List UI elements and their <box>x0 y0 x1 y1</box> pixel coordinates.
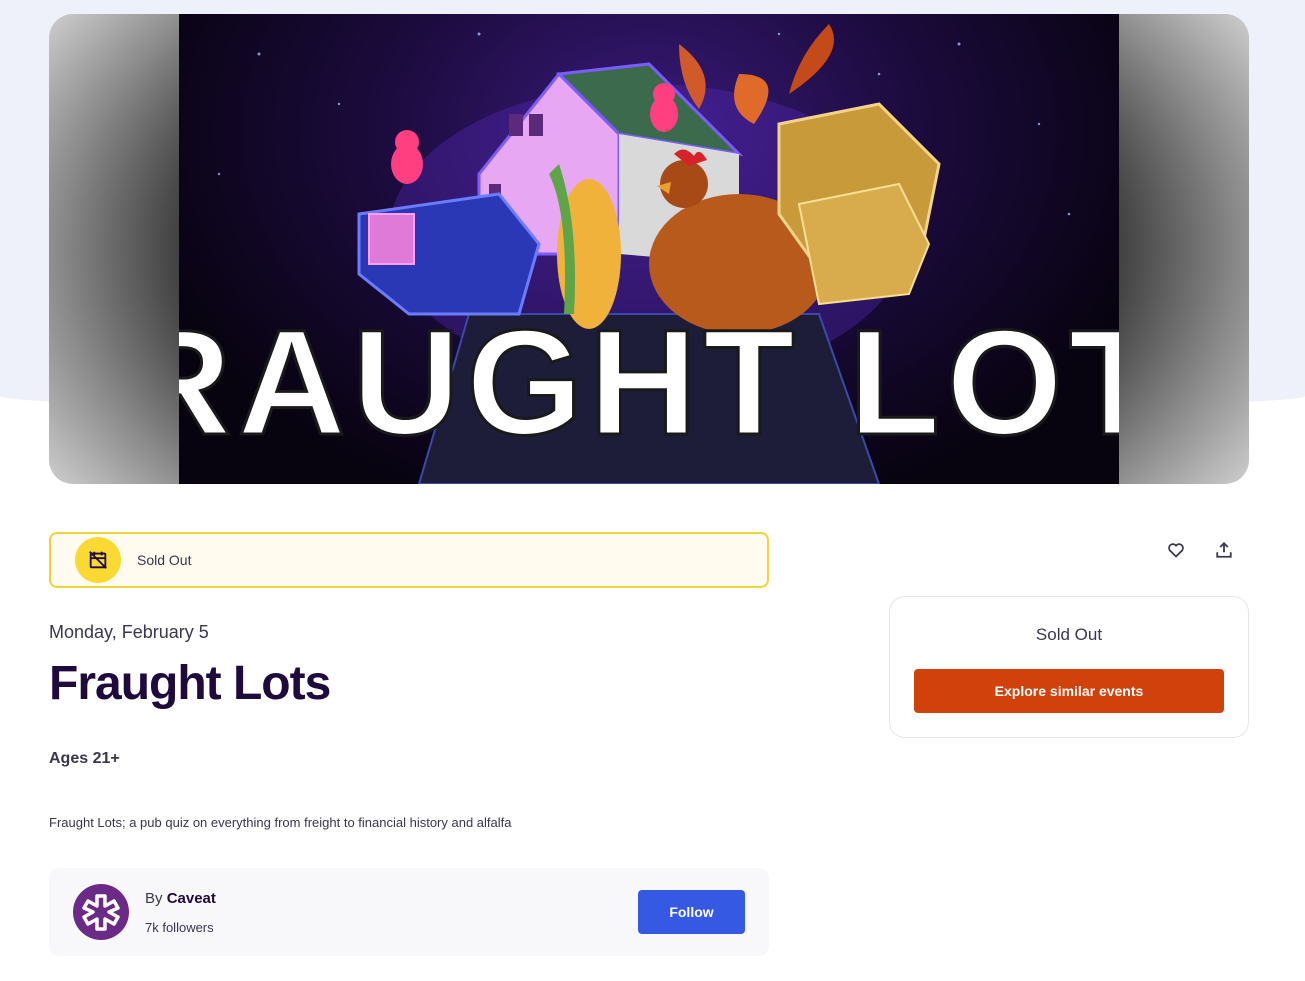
age-restriction: Ages 21+ <box>49 750 120 767</box>
ticket-status: Sold Out <box>1035 625 1103 644</box>
organizer-card: By Caveat 7k followers Follow <box>49 868 769 956</box>
event-actions <box>1166 538 1234 562</box>
calendar-off-icon <box>75 537 121 583</box>
organizer-name: By Caveat <box>145 890 216 907</box>
organizer-by-prefix: By <box>145 890 167 907</box>
sold-out-banner: Sold Out <box>49 532 769 588</box>
sold-out-label: Sold Out <box>137 552 192 568</box>
share-icon[interactable] <box>1214 538 1234 562</box>
organizer-avatar[interactable] <box>73 884 129 940</box>
follow-button[interactable]: Follow <box>638 890 745 934</box>
hero-banner: FRAUGHT LOTS <box>49 14 1249 484</box>
event-date: Monday, February 5 <box>49 622 209 642</box>
ticket-card: Sold Out Explore similar events <box>889 596 1249 738</box>
hero-title-text: FRAUGHT LOTS <box>179 298 1119 466</box>
heart-icon[interactable] <box>1166 538 1186 562</box>
asterisk-logo-icon <box>82 894 120 931</box>
event-page: FRAUGHT LOTS Sold Out <box>0 0 1305 981</box>
organizer-link[interactable]: Caveat <box>167 890 216 907</box>
event-title: Fraught Lots <box>49 657 331 710</box>
hero-image: FRAUGHT LOTS <box>179 14 1119 484</box>
event-artwork: FRAUGHT LOTS <box>179 24 1119 484</box>
explore-similar-events-button[interactable]: Explore similar events <box>914 669 1224 713</box>
event-description: Fraught Lots; a pub quiz on everything f… <box>49 815 512 830</box>
organizer-followers: 7k followers <box>145 920 214 935</box>
